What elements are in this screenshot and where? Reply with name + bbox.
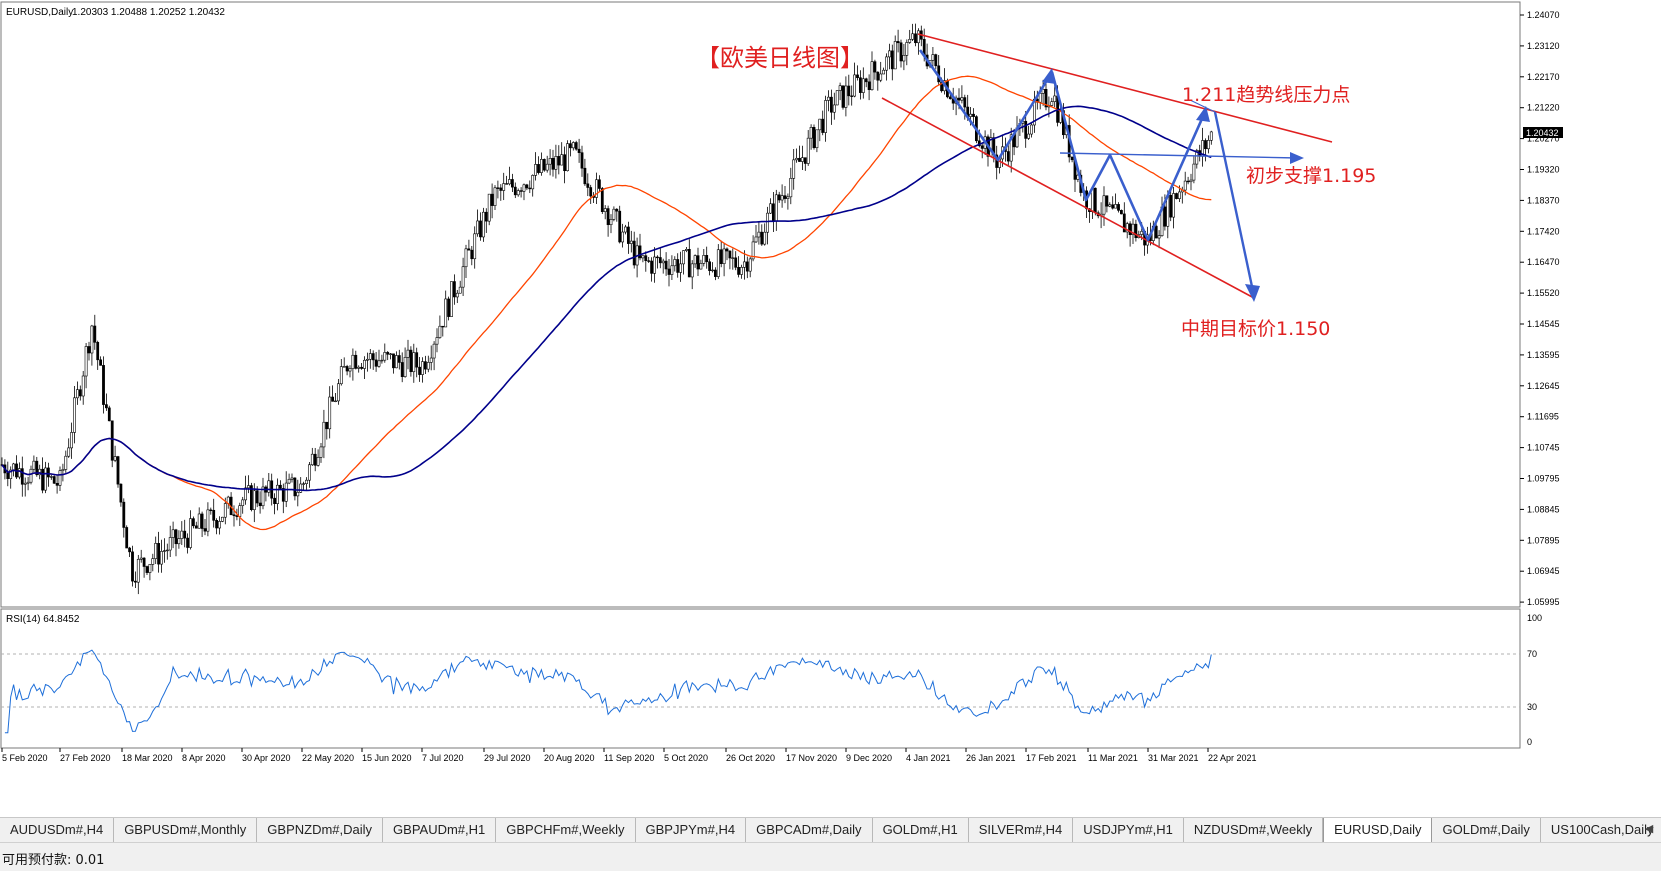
time-axis-label: 31 Mar 2021 xyxy=(1148,753,1199,763)
candle xyxy=(566,140,569,172)
price-axis-label: 1.10745 xyxy=(1527,443,1560,453)
price-axis-label: 1.23120 xyxy=(1527,41,1560,51)
time-axis: 5 Feb 2020 27 Feb 2020 18 Mar 2020 8 Apr 20… xyxy=(1,748,1257,763)
chart-tab[interactable]: GBPUSDm#,Monthly xyxy=(114,818,258,842)
chart-symbol-label: EURUSD,Daily xyxy=(6,7,73,18)
time-axis-label: 20 Aug 2020 xyxy=(544,753,595,763)
chart-tab[interactable]: AUDUSDm#,H4 xyxy=(0,818,115,842)
current-price-label: 1.20432 xyxy=(1526,128,1559,138)
chart-ohlc-label: 1.20303 1.20488 1.20252 1.20432 xyxy=(72,7,225,18)
rsi-axis-label: 70 xyxy=(1527,649,1537,659)
price-axis-label: 1.06945 xyxy=(1527,566,1560,576)
rsi-axis-label: 30 xyxy=(1527,702,1537,712)
time-axis-label: 9 Dec 2020 xyxy=(846,753,892,763)
candle xyxy=(107,405,111,422)
time-axis-label: 22 May 2020 xyxy=(302,753,354,763)
price-axis-label: 1.17420 xyxy=(1527,226,1560,236)
price-axis-label: 1.11695 xyxy=(1527,412,1559,422)
candle xyxy=(116,455,120,488)
candle xyxy=(221,516,224,523)
price-axis-label: 1.19320 xyxy=(1527,165,1560,175)
chart-tab[interactable]: NZDUSDm#,Weekly xyxy=(1184,818,1324,842)
candle xyxy=(450,281,453,317)
rsi-axis-label: 0 xyxy=(1527,737,1532,747)
price-axis-label: 1.12645 xyxy=(1527,381,1560,391)
time-axis-label: 4 Jan 2021 xyxy=(906,753,951,763)
chart-tab[interactable]: SILVERm#,H4 xyxy=(969,818,1074,842)
price-axis: 1.240701.231201.221701.212201.202701.193… xyxy=(1520,10,1560,747)
time-axis-label: 26 Jan 2021 xyxy=(966,753,1016,763)
chart-tab[interactable]: GOLDm#,Daily xyxy=(1432,818,1541,842)
candle xyxy=(52,475,56,484)
chart-tab[interactable]: GBPCHFm#,Weekly xyxy=(496,818,636,842)
status-bar: 可用预付款: 0.01 xyxy=(0,842,1661,871)
annotation-title: 【欧美日线图】 xyxy=(696,44,864,72)
candle xyxy=(131,545,134,587)
candle xyxy=(481,207,485,242)
chart-tabs: AUDUSDm#,H4 GBPUSDm#,Monthly GBPNZDm#,Dail… xyxy=(0,817,1661,842)
candle xyxy=(447,296,451,321)
price-axis-label: 1.16470 xyxy=(1527,257,1560,267)
chart-tab[interactable]: GBPNZDm#,Daily xyxy=(257,818,384,842)
candle xyxy=(1120,209,1123,215)
candle xyxy=(125,525,129,549)
chart-tab[interactable]: EURUSD,Daily xyxy=(1323,818,1433,842)
candle xyxy=(835,90,839,106)
rsi-axis-label: 100 xyxy=(1527,613,1542,623)
time-axis-label: 30 Apr 2020 xyxy=(242,753,291,763)
candle xyxy=(1093,187,1097,216)
time-axis-label: 22 Apr 2021 xyxy=(1208,753,1257,763)
price-axis-label: 1.09795 xyxy=(1527,474,1560,484)
chart-tab[interactable]: GBPAUDm#,H1 xyxy=(383,818,497,842)
time-axis-label: 11 Mar 2021 xyxy=(1088,753,1138,763)
chart-tab[interactable]: GBPCADm#,Daily xyxy=(746,818,873,842)
chart-canvas[interactable]: 1.240701.231201.221701.212201.202701.193… xyxy=(0,0,1661,870)
time-axis-label: 26 Oct 2020 xyxy=(726,753,775,763)
candle xyxy=(542,158,546,172)
candle xyxy=(812,124,816,150)
annotation-support: 初步支撑1.195 xyxy=(1246,165,1376,187)
rsi-label: RSI(14) 64.8452 xyxy=(6,614,80,625)
annotation-target: 中期目标价1.150 xyxy=(1181,318,1330,340)
price-axis-label: 1.07895 xyxy=(1527,535,1560,545)
price-axis-label: 1.24070 xyxy=(1527,10,1560,20)
price-axis-label: 1.14545 xyxy=(1527,319,1560,329)
time-axis-label: 5 Feb 2020 xyxy=(2,753,48,763)
time-axis-label: 18 Mar 2020 xyxy=(122,753,173,763)
tab-scroll-arrows-icon[interactable]: ◀ ▶ xyxy=(1639,819,1659,855)
price-axis-label: 1.22170 xyxy=(1527,72,1560,82)
chart-tab[interactable]: USDJPYm#,H1 xyxy=(1073,818,1184,842)
time-axis-label: 17 Feb 2021 xyxy=(1026,753,1077,763)
annotation-resistance: 1.211趋势线压力点 xyxy=(1182,84,1350,106)
time-axis-label: 5 Oct 2020 xyxy=(664,753,708,763)
candle xyxy=(250,482,253,512)
time-axis-label: 11 Sep 2020 xyxy=(604,753,654,763)
price-axis-label: 1.18370 xyxy=(1527,195,1560,205)
time-axis-label: 7 Jul 2020 xyxy=(422,753,464,763)
time-axis-label: 29 Jul 2020 xyxy=(484,753,531,763)
price-axis-label: 1.13595 xyxy=(1527,350,1560,360)
price-axis-label: 1.08845 xyxy=(1527,504,1560,514)
time-axis-label: 15 Jun 2020 xyxy=(362,753,412,763)
time-axis-label: 27 Feb 2020 xyxy=(60,753,111,763)
candle xyxy=(574,140,578,151)
candle xyxy=(487,193,491,226)
time-axis-label: 8 Apr 2020 xyxy=(182,753,226,763)
candle xyxy=(110,420,114,468)
chart-tab[interactable]: GBPJPYm#,H4 xyxy=(636,818,747,842)
price-axis-label: 1.21220 xyxy=(1527,103,1560,113)
time-axis-label: 17 Nov 2020 xyxy=(786,753,837,763)
status-margin-text: 可用预付款: 0.01 xyxy=(2,853,105,868)
price-axis-label: 1.15520 xyxy=(1527,288,1560,298)
price-axis-label: 1.05995 xyxy=(1527,597,1560,607)
chart-tab[interactable]: GOLDm#,H1 xyxy=(873,818,969,842)
candle xyxy=(618,205,622,244)
candle xyxy=(841,85,845,110)
candle xyxy=(1175,192,1178,200)
